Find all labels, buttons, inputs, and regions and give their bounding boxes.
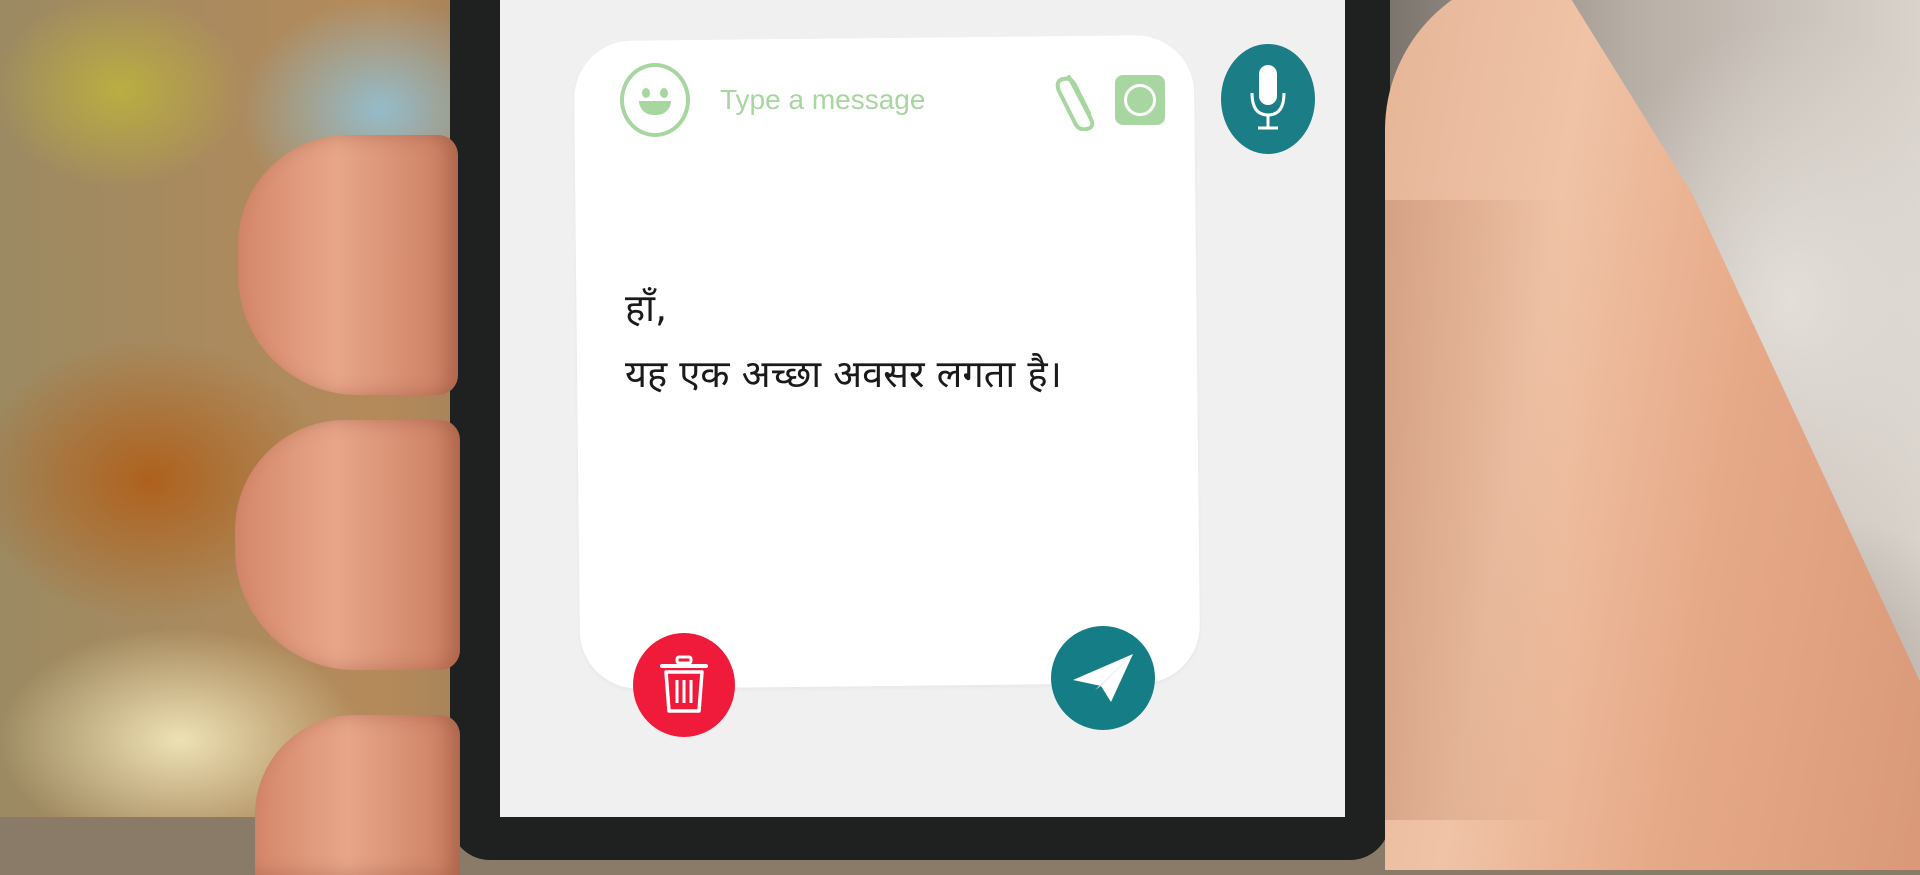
message-line: हाँ,: [625, 286, 668, 330]
camera-lens: [1124, 84, 1156, 116]
finger: [238, 135, 458, 395]
smiley-face-icon[interactable]: [620, 63, 690, 137]
trash-icon[interactable]: [633, 633, 735, 737]
message-text: हाँ, यह एक अच्छा अवसर लगता है।: [625, 275, 1185, 407]
paper-plane-glyph: [1073, 654, 1133, 702]
microphone-icon[interactable]: [1221, 44, 1315, 154]
thumb-shadow: [1385, 200, 1565, 820]
message-input-bar[interactable]: Type a message: [620, 55, 1165, 145]
emoji-eye: [642, 88, 650, 98]
message-line: यह एक अच्छा अवसर लगता है।: [625, 352, 1062, 396]
camera-icon[interactable]: [1115, 75, 1165, 125]
trash-glyph: [660, 655, 708, 713]
emoji-eye: [660, 88, 668, 98]
message-input-placeholder[interactable]: Type a message: [720, 84, 1055, 116]
paper-plane-icon[interactable]: [1051, 626, 1155, 730]
microphone-glyph: [1250, 65, 1286, 130]
emoji-mouth: [639, 101, 671, 115]
paperclip-icon[interactable]: [1055, 69, 1101, 131]
finger: [235, 420, 460, 670]
